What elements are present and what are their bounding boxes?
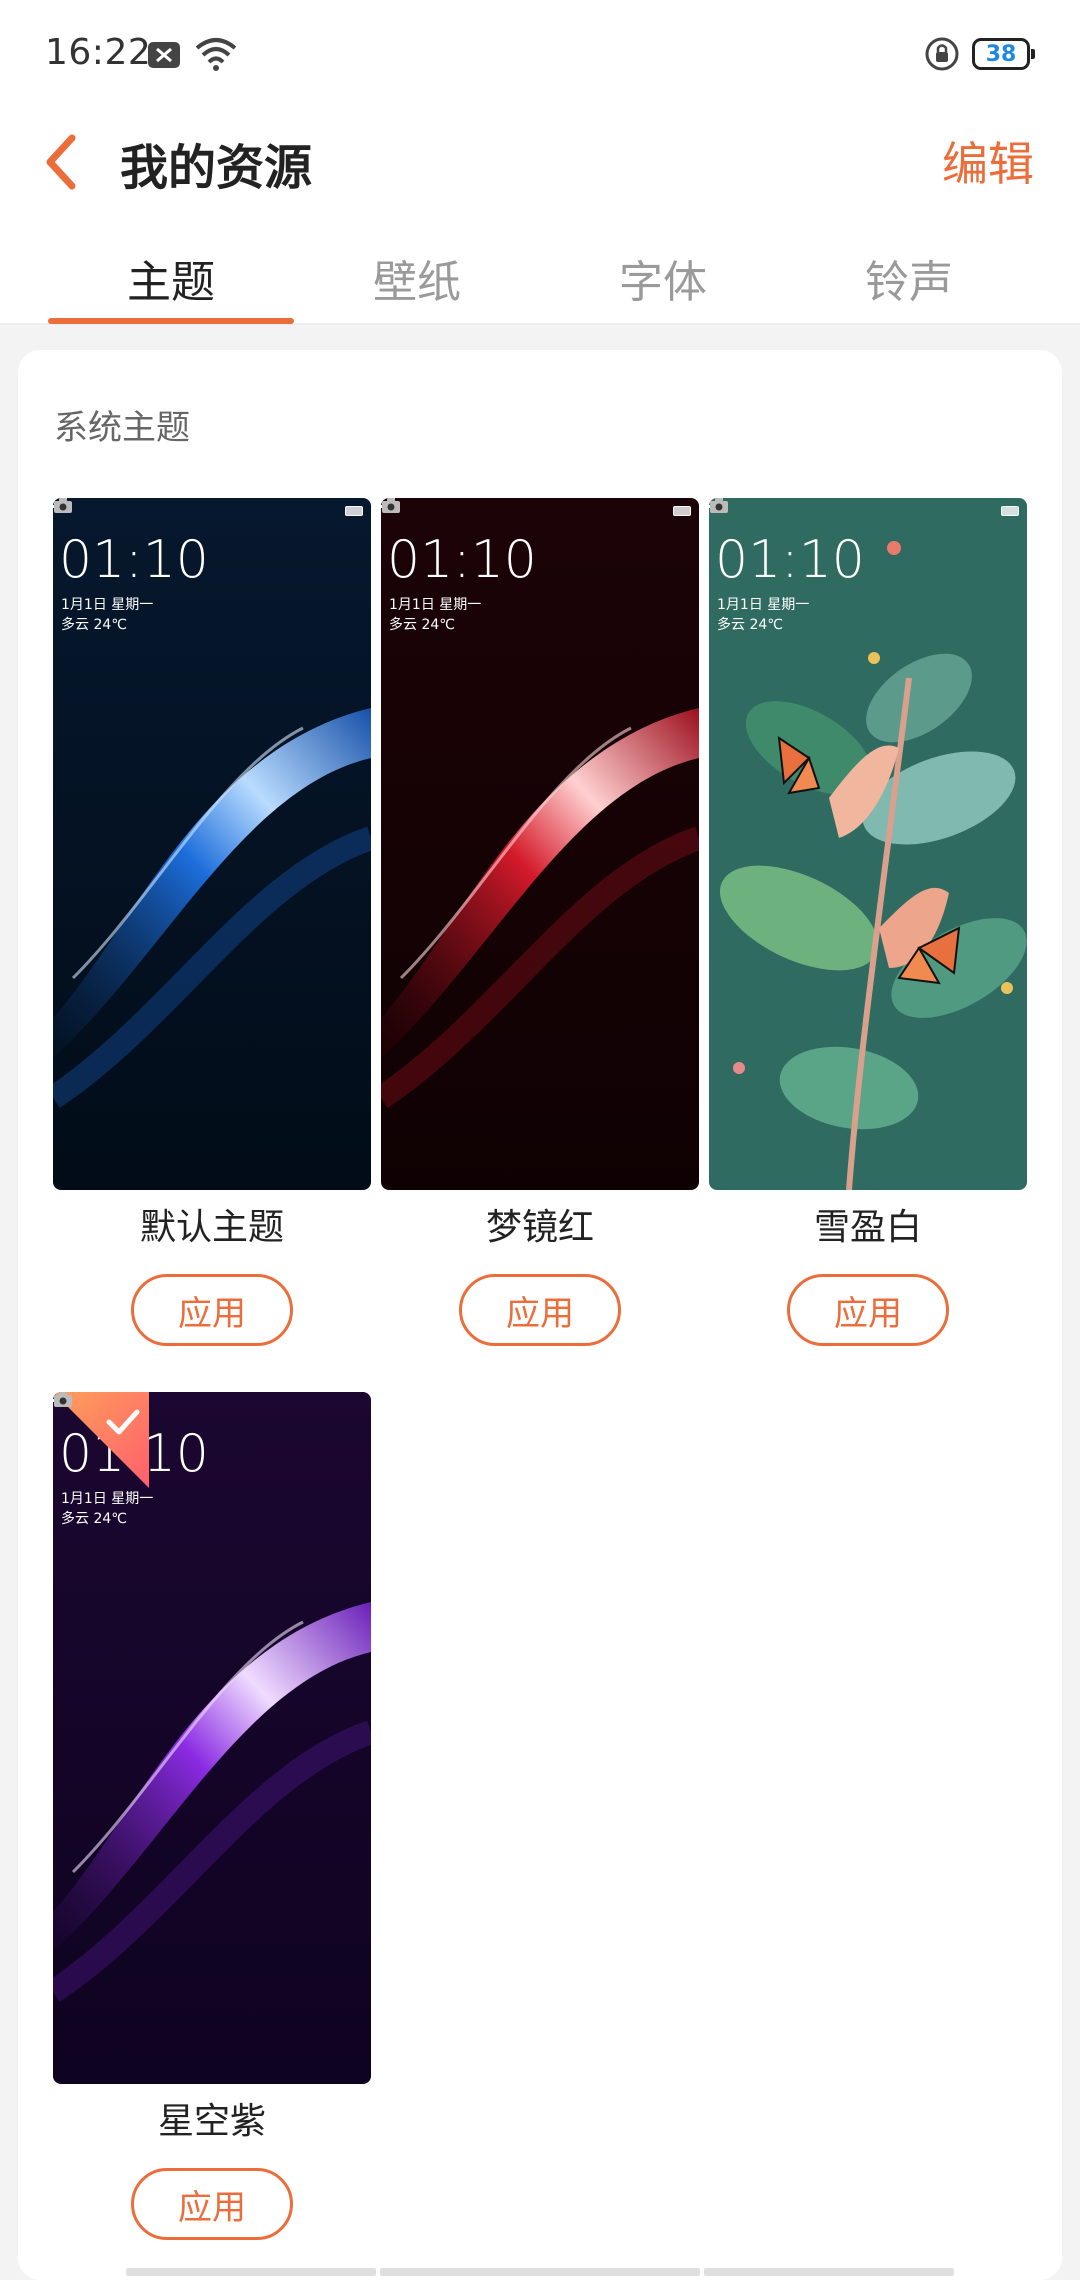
preview-battery-icon xyxy=(345,506,363,516)
preview-clock: 01:10 xyxy=(59,530,209,590)
preview-date: 1月1日 星期一 xyxy=(389,597,482,613)
status-time: 16:22 xyxy=(45,32,152,73)
edit-button[interactable]: 编辑 xyxy=(942,128,1034,194)
scroll-hint xyxy=(380,2268,700,2276)
preview-weather: 多云 24℃ xyxy=(717,617,783,633)
scroll-hint xyxy=(126,2268,376,2276)
theme-preview-dream-red[interactable]: 01:10 1月1日 星期一 多云 24℃ xyxy=(381,498,699,1190)
apply-button[interactable]: 应用 xyxy=(131,1274,293,1346)
apply-button[interactable]: 应用 xyxy=(131,2168,293,2240)
theme-preview-starry-purple[interactable]: 01:10 1月1日 星期一 多云 24℃ xyxy=(53,1392,371,2084)
preview-date: 1月1日 星期一 xyxy=(717,597,810,613)
preview-date: 1月1日 星期一 xyxy=(61,1491,154,1507)
camera-icon xyxy=(54,1392,72,1407)
tab-ringtones[interactable]: 铃声 xyxy=(786,246,1032,322)
apply-button[interactable]: 应用 xyxy=(459,1274,621,1346)
active-tab-indicator xyxy=(48,318,294,324)
preview-battery-icon xyxy=(673,506,691,516)
theme-name: 星空紫 xyxy=(157,2101,266,2142)
themes-card: 系统主题 01:10 1月1日 星期一 多云 24℃ 默认主题 应用 01:10… xyxy=(18,350,1062,2280)
preview-battery-icon xyxy=(1001,506,1019,516)
preview-clock: 01:10 xyxy=(387,530,537,590)
app-header: 我的资源 编辑 xyxy=(0,110,1080,220)
section-title: 系统主题 xyxy=(54,408,190,448)
tab-themes[interactable]: 主题 xyxy=(48,246,294,322)
preview-date: 1月1日 星期一 xyxy=(61,597,154,613)
chevron-left-icon xyxy=(46,134,76,190)
preview-weather: 多云 24℃ xyxy=(389,617,455,633)
scroll-hint xyxy=(704,2268,954,2276)
tab-fonts[interactable]: 字体 xyxy=(540,246,786,322)
apply-button[interactable]: 应用 xyxy=(787,1274,949,1346)
theme-preview-default[interactable]: 01:10 1月1日 星期一 多云 24℃ xyxy=(53,498,371,1190)
wifi-icon xyxy=(195,38,237,71)
tab-bar: 主题 壁纸 字体 铃声 xyxy=(0,220,1080,325)
theme-preview-snow-white[interactable]: 01:10 1月1日 星期一 多云 24℃ xyxy=(709,498,1027,1190)
battery-icon: 38 xyxy=(972,38,1035,70)
preview-weather: 多云 24℃ xyxy=(61,617,127,633)
screen-lock-icon xyxy=(925,37,959,71)
theme-name: 梦镜红 xyxy=(485,1207,594,1248)
tab-wallpapers[interactable]: 壁纸 xyxy=(294,246,540,322)
status-bar: 16:22 38 xyxy=(0,0,1080,110)
battery-level: 38 xyxy=(985,41,1017,67)
preview-clock: 01:10 xyxy=(715,530,865,590)
page-title: 我的资源 xyxy=(120,140,313,196)
preview-weather: 多云 24℃ xyxy=(61,1511,127,1527)
theme-name: 默认主题 xyxy=(139,1207,284,1248)
theme-name: 雪盈白 xyxy=(813,1207,922,1248)
back-button[interactable] xyxy=(36,124,90,200)
camera-icon xyxy=(382,498,400,513)
camera-icon xyxy=(710,498,728,513)
notification-x-icon xyxy=(148,42,180,68)
camera-icon xyxy=(54,498,72,513)
